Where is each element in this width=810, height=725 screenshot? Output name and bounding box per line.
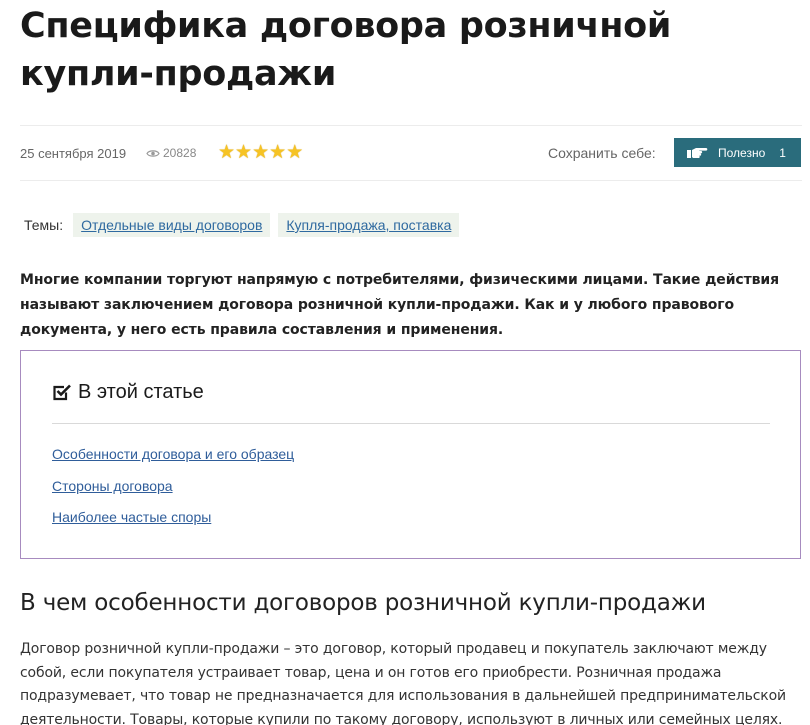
article-meta-bar: 25 сентября 2019 20828 ★ ★ ★ ★ ★ Сохрани… — [20, 125, 802, 181]
toc-heading: В этой статье — [78, 381, 204, 403]
toc-links: Особенности договора и его образец Сторо… — [52, 446, 294, 541]
topic-tag[interactable]: Отдельные виды договоров — [73, 213, 271, 237]
save-label: Сохранить себе: — [548, 145, 656, 161]
views-count: 20828 — [163, 146, 197, 160]
toc-link[interactable]: Наиболее частые споры — [52, 509, 294, 525]
star-icon[interactable]: ★ — [235, 143, 252, 162]
checkbox-check-icon — [53, 384, 71, 401]
eye-icon — [146, 149, 160, 157]
toc-divider — [52, 423, 770, 424]
toc-link[interactable]: Особенности договора и его образец — [52, 446, 294, 462]
useful-count: 1 — [779, 145, 786, 160]
star-icon[interactable]: ★ — [286, 143, 303, 162]
section-heading: В чем особенности договоров розничной ку… — [20, 590, 706, 616]
topics-label: Темы: — [24, 217, 64, 233]
topic-tag[interactable]: Купля-продажа, поставка — [278, 213, 460, 237]
table-of-contents: В этой статье Особенности договора и его… — [20, 350, 801, 559]
star-icon[interactable]: ★ — [218, 143, 235, 162]
useful-button[interactable]: Полезно 1 — [674, 138, 801, 167]
views-counter: 20828 — [146, 146, 196, 160]
star-icon[interactable]: ★ — [252, 143, 269, 162]
toc-link[interactable]: Стороны договора — [52, 478, 294, 494]
useful-label: Полезно — [718, 145, 766, 160]
topics-row: Темы: Отдельные виды договоров Купля-про… — [24, 213, 467, 237]
toc-header: В этой статье — [52, 381, 204, 404]
section-paragraph: Договор розничной купли-продажи – это до… — [20, 641, 786, 725]
publish-date: 25 сентября 2019 — [20, 146, 127, 161]
page-title: Специфика договора розничной купли-прода… — [20, 6, 672, 94]
rating-stars[interactable]: ★ ★ ★ ★ ★ — [218, 143, 303, 162]
pointing-hand-icon — [686, 147, 708, 159]
article-lead: Многие компании торгуют напрямую с потре… — [20, 272, 779, 338]
star-icon[interactable]: ★ — [269, 143, 286, 162]
